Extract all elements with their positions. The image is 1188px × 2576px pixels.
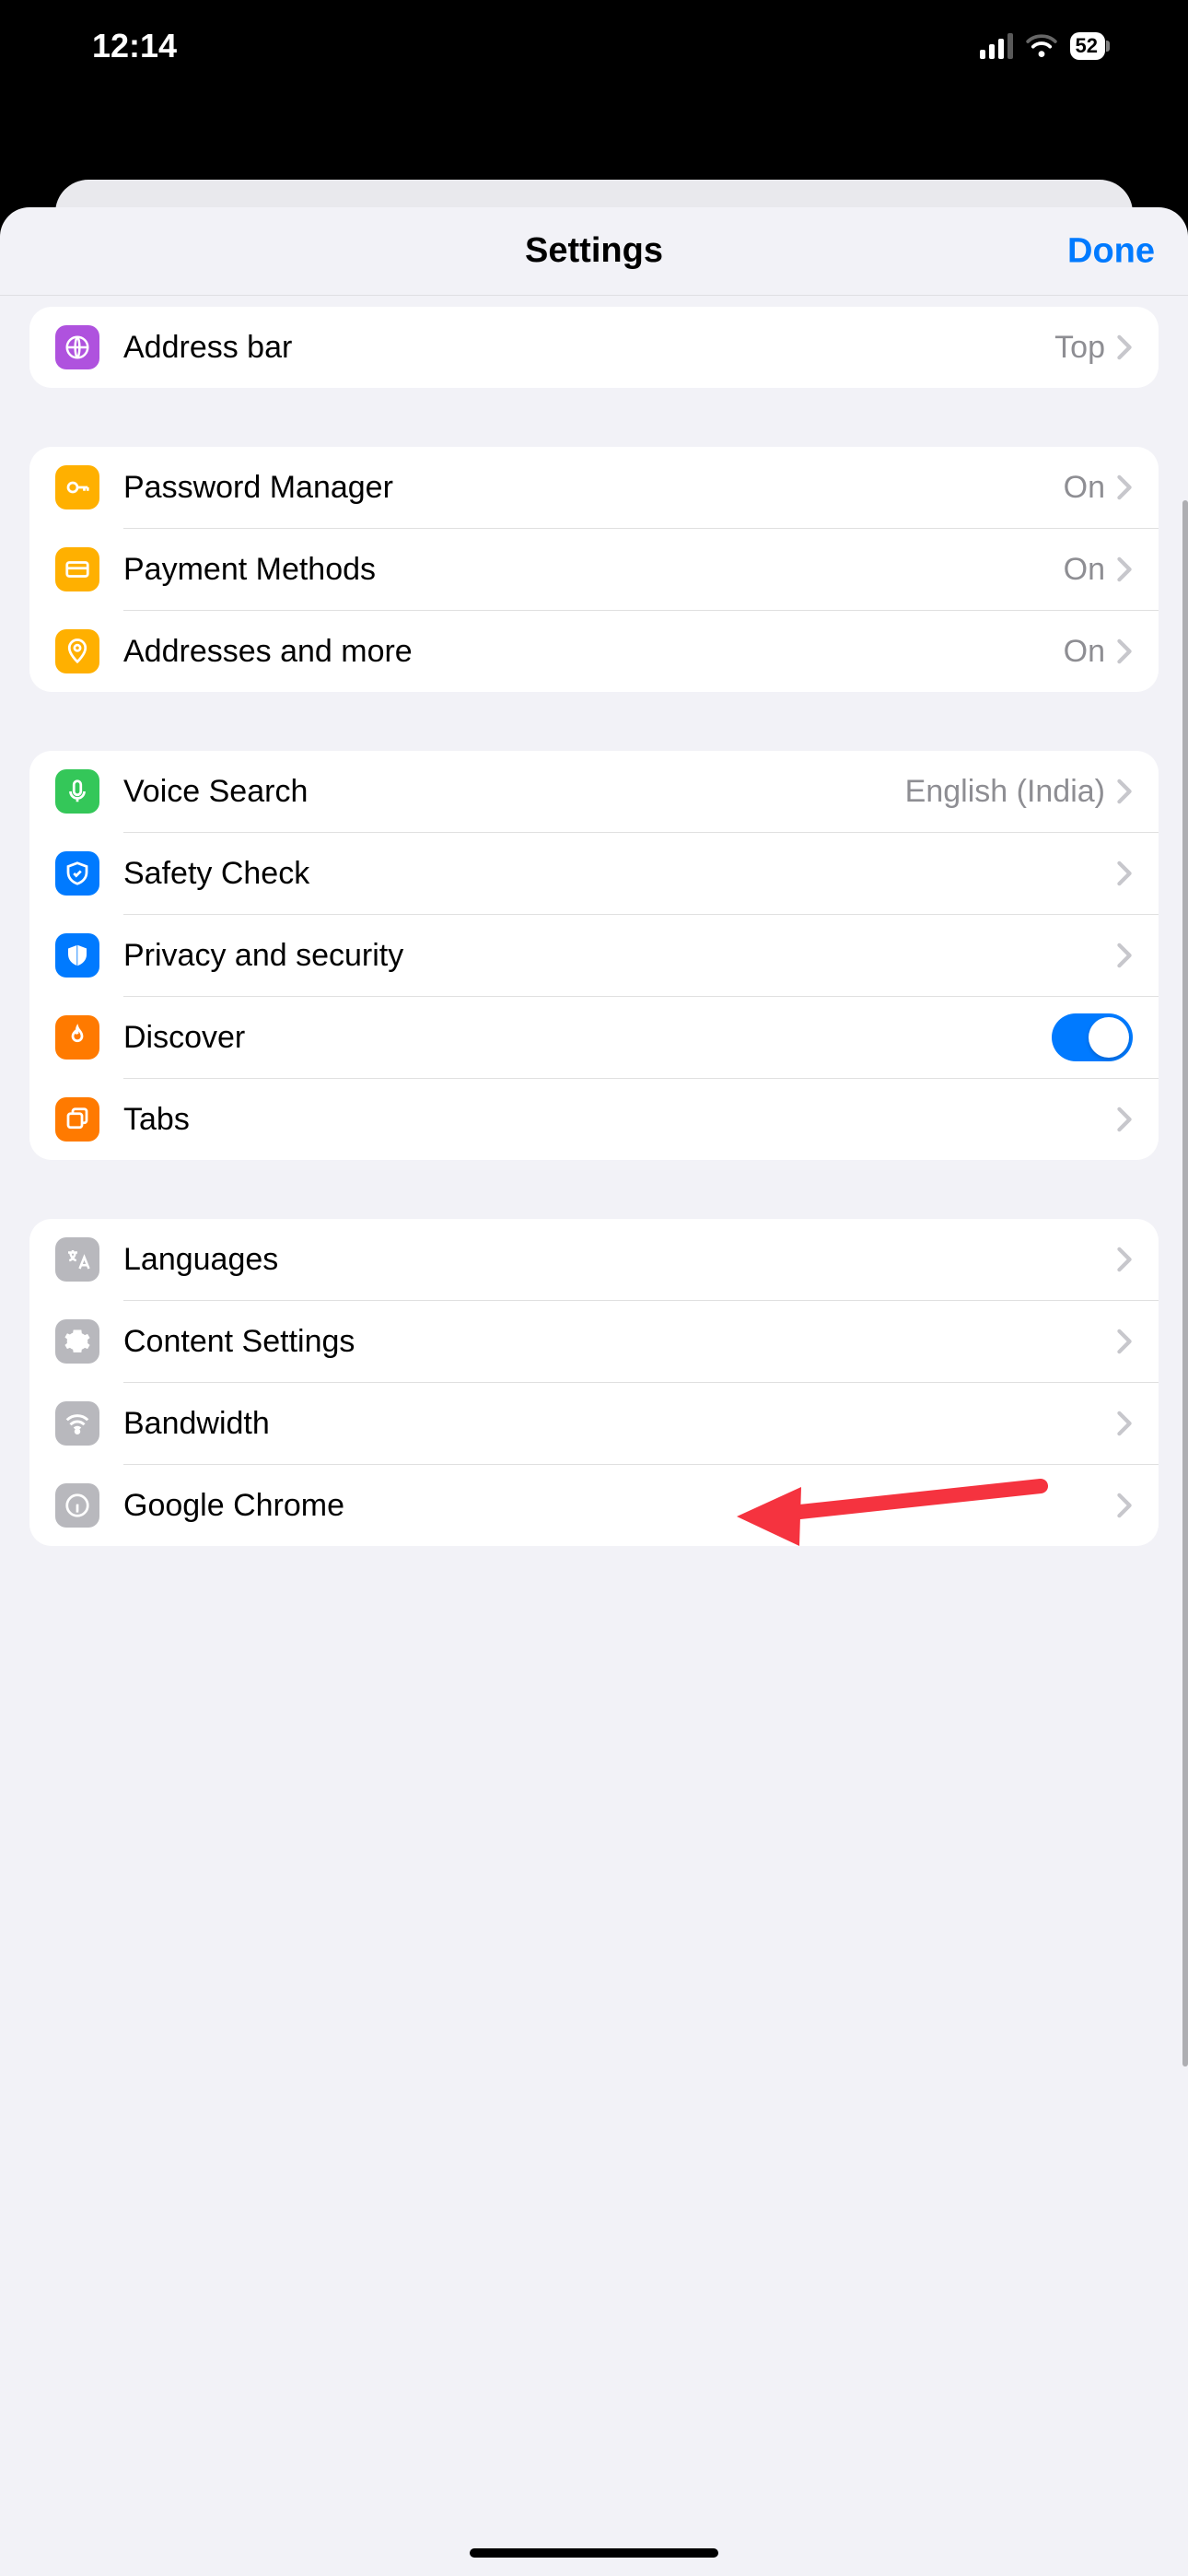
key-icon bbox=[55, 465, 99, 509]
chevron-right-icon bbox=[1116, 943, 1133, 968]
chevron-right-icon bbox=[1116, 638, 1133, 664]
settings-group-advanced: Languages Content Settings Bandwidth bbox=[29, 1219, 1159, 1546]
pin-icon bbox=[55, 629, 99, 673]
chevron-right-icon bbox=[1116, 1329, 1133, 1354]
shield-icon bbox=[55, 933, 99, 978]
row-value: Top bbox=[1054, 330, 1105, 366]
chevron-right-icon bbox=[1116, 556, 1133, 582]
row-label: Content Settings bbox=[123, 1324, 1116, 1360]
row-safety-check[interactable]: Safety Check bbox=[29, 833, 1159, 914]
page-title: Settings bbox=[525, 231, 663, 271]
row-label: Bandwidth bbox=[123, 1406, 1116, 1442]
done-button[interactable]: Done bbox=[1067, 231, 1155, 271]
row-value: English (India) bbox=[905, 774, 1105, 810]
settings-group-autofill: Password Manager On Payment Methods On A… bbox=[29, 447, 1159, 692]
chevron-right-icon bbox=[1116, 1411, 1133, 1436]
row-value: On bbox=[1064, 634, 1105, 670]
settings-sheet: Settings Done Address bar Top Password M… bbox=[0, 207, 1188, 2576]
chevron-right-icon bbox=[1116, 334, 1133, 360]
tabs-icon bbox=[55, 1097, 99, 1142]
status-bar: 12:14 52 bbox=[0, 0, 1188, 92]
mic-icon bbox=[55, 769, 99, 814]
chevron-right-icon bbox=[1116, 779, 1133, 804]
row-label: Languages bbox=[123, 1242, 1116, 1278]
row-content-settings[interactable]: Content Settings bbox=[29, 1301, 1159, 1382]
row-label: Payment Methods bbox=[123, 552, 1064, 588]
status-time: 12:14 bbox=[92, 27, 177, 65]
globe-icon bbox=[55, 325, 99, 369]
info-icon bbox=[55, 1483, 99, 1528]
row-value: On bbox=[1064, 470, 1105, 506]
status-indicators: 52 bbox=[980, 32, 1105, 60]
scroll-indicator bbox=[1182, 500, 1188, 2067]
row-value: On bbox=[1064, 552, 1105, 588]
row-google-chrome[interactable]: Google Chrome bbox=[29, 1465, 1159, 1546]
row-voice-search[interactable]: Voice Search English (India) bbox=[29, 751, 1159, 832]
flame-icon bbox=[55, 1015, 99, 1060]
settings-content: Address bar Top Password Manager On Paym… bbox=[0, 296, 1188, 1660]
settings-group-general: Address bar Top bbox=[29, 307, 1159, 388]
gear-icon bbox=[55, 1319, 99, 1364]
row-label: Privacy and security bbox=[123, 938, 1116, 974]
row-label: Address bar bbox=[123, 330, 1054, 366]
translate-icon bbox=[55, 1237, 99, 1282]
row-label: Addresses and more bbox=[123, 634, 1064, 670]
discover-toggle[interactable] bbox=[1052, 1013, 1133, 1061]
home-indicator[interactable] bbox=[470, 2548, 718, 2558]
cellular-icon bbox=[980, 33, 1013, 59]
wifi-icon bbox=[1026, 34, 1057, 58]
row-label: Safety Check bbox=[123, 856, 1116, 892]
row-addresses-more[interactable]: Addresses and more On bbox=[29, 611, 1159, 692]
wifi-icon bbox=[55, 1401, 99, 1446]
row-payment-methods[interactable]: Payment Methods On bbox=[29, 529, 1159, 610]
row-label: Tabs bbox=[123, 1102, 1116, 1138]
card-icon bbox=[55, 547, 99, 591]
row-password-manager[interactable]: Password Manager On bbox=[29, 447, 1159, 528]
shield-check-icon bbox=[55, 851, 99, 896]
row-bandwidth[interactable]: Bandwidth bbox=[29, 1383, 1159, 1464]
row-label: Google Chrome bbox=[123, 1488, 1116, 1524]
row-label: Voice Search bbox=[123, 774, 905, 810]
chevron-right-icon bbox=[1116, 1107, 1133, 1132]
chevron-right-icon bbox=[1116, 1493, 1133, 1518]
row-label: Discover bbox=[123, 1020, 1052, 1056]
chevron-right-icon bbox=[1116, 861, 1133, 886]
row-label: Password Manager bbox=[123, 470, 1064, 506]
row-tabs[interactable]: Tabs bbox=[29, 1079, 1159, 1160]
settings-group-privacy: Voice Search English (India) Safety Chec… bbox=[29, 751, 1159, 1160]
battery-level: 52 bbox=[1076, 34, 1098, 58]
row-privacy-security[interactable]: Privacy and security bbox=[29, 915, 1159, 996]
row-discover[interactable]: Discover bbox=[29, 997, 1159, 1078]
battery-indicator: 52 bbox=[1070, 32, 1105, 60]
row-languages[interactable]: Languages bbox=[29, 1219, 1159, 1300]
row-address-bar[interactable]: Address bar Top bbox=[29, 307, 1159, 388]
chevron-right-icon bbox=[1116, 1247, 1133, 1272]
nav-bar: Settings Done bbox=[0, 207, 1188, 296]
chevron-right-icon bbox=[1116, 474, 1133, 500]
